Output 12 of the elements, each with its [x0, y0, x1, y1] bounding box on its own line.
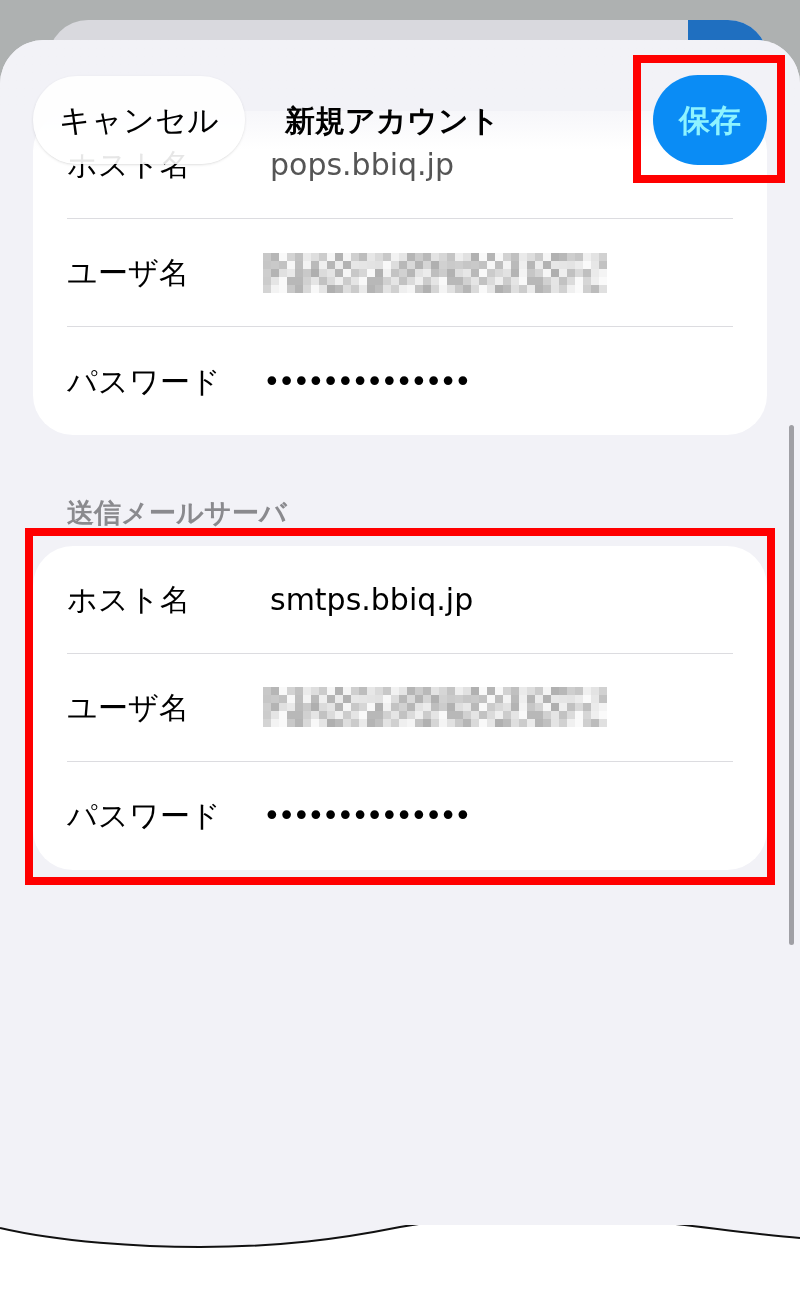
- cancel-button[interactable]: キャンセル: [33, 76, 245, 164]
- field-label: パスワード: [67, 797, 222, 835]
- section-header: 送信メールサーバ: [67, 496, 288, 530]
- input-field[interactable]: pops.bbiq.jp: [270, 142, 454, 187]
- input-field[interactable]: smtps.bbiq.jp: [270, 576, 474, 622]
- password-field[interactable]: ••••••••••••••: [263, 793, 469, 838]
- field-label: ユーザ名: [67, 688, 190, 727]
- field-label: ユーザ名: [67, 254, 190, 292]
- password-field[interactable]: ••••••••••••••: [263, 358, 469, 404]
- field-label: パスワード: [67, 362, 222, 401]
- window-title: 新規アカウント: [285, 101, 500, 140]
- field-label: ホスト名: [67, 580, 191, 619]
